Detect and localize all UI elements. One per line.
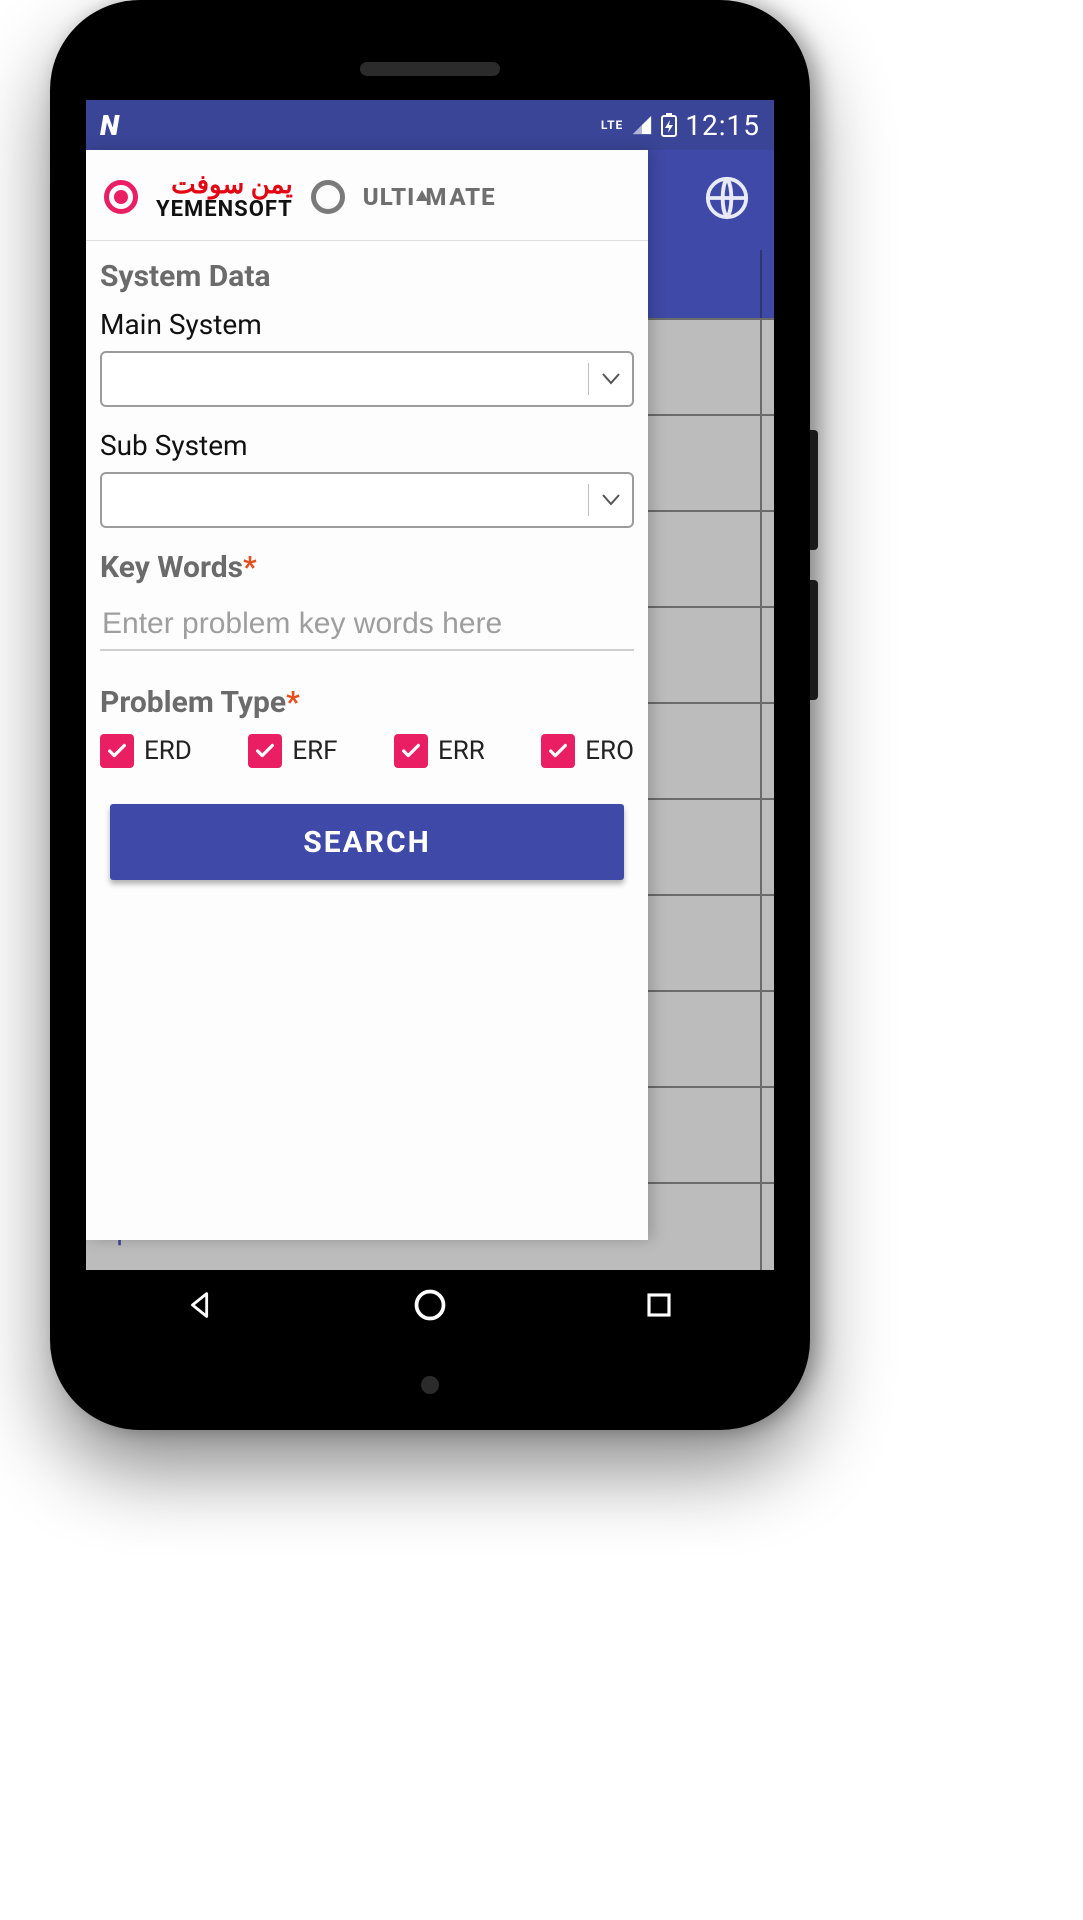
status-clock: 12:15 [685, 109, 760, 142]
table-cell [760, 1184, 774, 1278]
lte-indicator: LTE [601, 118, 623, 132]
ultimate-logo: ULTI M ATE [363, 183, 496, 211]
battery-charging-icon [661, 113, 677, 137]
search-panel: يمن سوفت YEMENSOFT ULTI M ATE System Dat… [86, 150, 648, 1240]
checkbox-checked-icon [541, 734, 575, 768]
check-label: ERR [438, 736, 485, 766]
sub-system-select[interactable] [100, 472, 634, 528]
brand-radio-ultimate[interactable] [311, 180, 345, 214]
checkbox-checked-icon [394, 734, 428, 768]
yemensoft-logo: يمن سوفت YEMENSOFT [156, 172, 293, 222]
recents-button[interactable] [638, 1284, 680, 1326]
table-cell [760, 1088, 774, 1182]
speaker-slot [360, 62, 500, 76]
table-cell [760, 992, 774, 1086]
yemensoft-logo-ar: يمن سوفت [156, 172, 293, 198]
check-label: ERD [144, 736, 192, 766]
home-button[interactable] [409, 1284, 451, 1326]
check-label: ERO [585, 736, 634, 766]
check-ero[interactable]: ERO [541, 734, 634, 768]
main-system-select-input[interactable] [102, 353, 632, 405]
required-mark: * [243, 550, 257, 585]
table-cell [760, 608, 774, 702]
android-navbar [86, 1270, 774, 1340]
check-label: ERF [292, 736, 337, 766]
back-button[interactable] [180, 1284, 222, 1326]
yemensoft-logo-en: YEMENSOFT [156, 198, 293, 222]
problem-type-checks: ERD ERF ERR [100, 734, 634, 768]
side-button [810, 580, 818, 700]
check-erd[interactable]: ERD [100, 734, 192, 768]
side-button [810, 430, 818, 550]
checkbox-checked-icon [248, 734, 282, 768]
android-n-icon: N [100, 109, 117, 142]
brand-selector: يمن سوفت YEMENSOFT ULTI M ATE [86, 150, 648, 241]
sub-system-label: Sub System [100, 429, 634, 462]
phone-frame: N LTE 12:15 [50, 0, 810, 1430]
ultimate-logo-pre: ULTI [363, 183, 416, 211]
table-cell [760, 512, 774, 606]
ultimate-logo-post: ATE [449, 183, 495, 211]
table-cell [760, 800, 774, 894]
sub-system-select-input[interactable] [102, 474, 632, 526]
search-button[interactable]: SEARCH [110, 804, 624, 880]
table-cell [760, 896, 774, 990]
keywords-input[interactable] [100, 599, 634, 651]
brand-radio-yemensoft[interactable] [104, 180, 138, 214]
table-cell [760, 320, 774, 414]
globe-icon[interactable] [704, 175, 750, 225]
status-bar: N LTE 12:15 [86, 100, 774, 150]
main-system-label: Main System [100, 308, 634, 341]
check-err[interactable]: ERR [394, 734, 485, 768]
screen: N LTE 12:15 [86, 100, 774, 1340]
signal-icon [631, 114, 653, 136]
required-mark: * [286, 685, 300, 720]
table-cell [760, 704, 774, 798]
main-system-select[interactable] [100, 351, 634, 407]
problem-type-title: Problem Type* [100, 685, 634, 720]
check-erf[interactable]: ERF [248, 734, 337, 768]
keywords-title: Key Words* [100, 550, 634, 585]
checkbox-checked-icon [100, 734, 134, 768]
mic-dot [421, 1376, 439, 1394]
system-data-title: System Data [100, 259, 634, 294]
table-cell [760, 416, 774, 510]
